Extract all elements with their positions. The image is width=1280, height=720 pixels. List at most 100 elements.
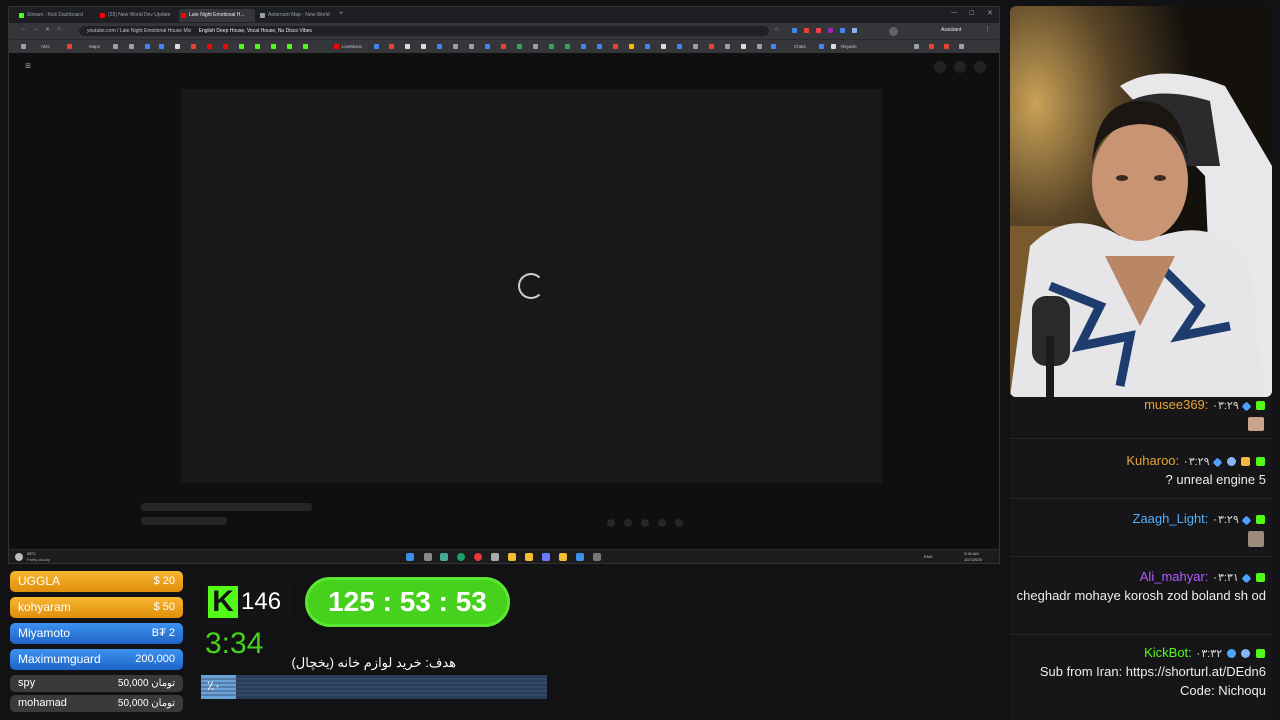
menu-kebab-icon[interactable]: ⋮: [984, 25, 991, 33]
bookmark-icon[interactable]: [944, 44, 949, 49]
bookmark-icon[interactable]: [549, 44, 554, 49]
bookmark-icon[interactable]: [533, 44, 538, 49]
home-icon[interactable]: ⌂: [57, 26, 61, 32]
apps-icon[interactable]: [21, 44, 26, 49]
taskbar-app-icon[interactable]: [593, 553, 601, 561]
close-icon[interactable]: ✕: [987, 9, 993, 17]
bookmark-icon[interactable]: [287, 44, 292, 49]
bookmark-icon[interactable]: [629, 44, 634, 49]
bookmark-ads[interactable]: ADs: [41, 43, 50, 51]
windows-start-icon[interactable]: [406, 553, 414, 561]
tab-youtube-emotional-house[interactable]: Late Night Emotional H...: [179, 9, 255, 22]
maximize-icon[interactable]: ☐: [969, 10, 974, 17]
tab-kick-dashboard[interactable]: Stream - Kick Dashboard: [17, 9, 97, 22]
tab-aeternum-map[interactable]: Aeternum Map - New World: [258, 9, 338, 22]
bookmark-icon[interactable]: [501, 44, 506, 49]
bookmark-star-icon[interactable]: ☆: [774, 26, 779, 33]
forward-icon[interactable]: →: [33, 26, 39, 32]
chat-username[interactable]: KickBot: [1144, 645, 1188, 660]
bookmark-icon[interactable]: [334, 44, 339, 49]
edge-icon[interactable]: [457, 553, 465, 561]
bookmark-icon[interactable]: [389, 44, 394, 49]
bookmark-icon[interactable]: [613, 44, 618, 49]
bookmark-icon[interactable]: [453, 44, 458, 49]
bookmark-icon[interactable]: [709, 44, 714, 49]
bookmark-icon[interactable]: [113, 44, 118, 49]
taskbar-app-icon[interactable]: [491, 553, 499, 561]
weather-icon[interactable]: [15, 553, 23, 561]
bookmark-icon[interactable]: [914, 44, 919, 49]
bookmark-icon[interactable]: [437, 44, 442, 49]
bookmark-icon[interactable]: [517, 44, 522, 49]
bookmark-icon[interactable]: [725, 44, 730, 49]
extension-icon[interactable]: [828, 28, 833, 33]
bookmark-icon[interactable]: [303, 44, 308, 49]
bookmark-icon[interactable]: [771, 44, 776, 49]
bookmark-icon[interactable]: [597, 44, 602, 49]
bookmark-icon[interactable]: [757, 44, 762, 49]
extension-icon[interactable]: [804, 28, 809, 33]
bookmark-icon[interactable]: [207, 44, 212, 49]
bookmark-icon[interactable]: [405, 44, 410, 49]
bookmark-reyarin[interactable]: Reyarin: [841, 43, 857, 51]
bookmark-icon[interactable]: [661, 44, 666, 49]
taskview-icon[interactable]: [424, 553, 432, 561]
bookmark-icon[interactable]: [677, 44, 682, 49]
chrome-icon[interactable]: [474, 553, 482, 561]
extension-icon[interactable]: [792, 28, 797, 33]
notifications-icon[interactable]: [954, 61, 966, 73]
bookmark-icon[interactable]: [159, 44, 164, 49]
bookmark-icon[interactable]: [959, 44, 964, 49]
explorer-icon[interactable]: [508, 553, 516, 561]
bookmark-icon[interactable]: [223, 44, 228, 49]
hamburger-menu-icon[interactable]: ≡: [25, 61, 31, 72]
bookmark-icon[interactable]: [693, 44, 698, 49]
video-player[interactable]: [181, 89, 882, 483]
bookmark-icon[interactable]: [819, 44, 824, 49]
avatar[interactable]: [974, 61, 986, 73]
bookmark-chats[interactable]: Chats: [794, 43, 806, 51]
taskbar-app-icon[interactable]: [440, 553, 448, 561]
bookmark-icon[interactable]: [271, 44, 276, 49]
tray-date[interactable]: 10/7/2025: [964, 557, 982, 562]
chat-username[interactable]: Zaagh_Light: [1133, 511, 1205, 526]
folder-icon[interactable]: [525, 553, 533, 561]
steam-icon[interactable]: [576, 553, 584, 561]
bookmark-icon[interactable]: [191, 44, 196, 49]
bookmark-icon[interactable]: [129, 44, 134, 49]
bookmark-maps[interactable]: Maps: [89, 43, 100, 51]
bookmark-icon[interactable]: [581, 44, 586, 49]
tray-time[interactable]: 3:34 AM: [964, 551, 979, 556]
close-loading-icon[interactable]: ✕: [45, 26, 50, 33]
bookmark-icon[interactable]: [645, 44, 650, 49]
bookmark-icon[interactable]: [67, 44, 72, 49]
profile-avatar[interactable]: [889, 27, 898, 36]
url-input[interactable]: youtube.com / Late Night Emotional House…: [79, 26, 769, 36]
bookmark-icon[interactable]: [374, 44, 379, 49]
bookmark-icon[interactable]: [741, 44, 746, 49]
chat-username[interactable]: musee369: [1144, 397, 1205, 412]
bookmark-icon[interactable]: [175, 44, 180, 49]
bookmark-icon[interactable]: [469, 44, 474, 49]
language-indicator[interactable]: ENG: [924, 554, 933, 559]
folder-icon[interactable]: [559, 553, 567, 561]
extension-icon[interactable]: [816, 28, 821, 33]
bookmark-icon[interactable]: [145, 44, 150, 49]
minimize-icon[interactable]: —: [951, 10, 957, 16]
tab-youtube-dev-update[interactable]: (25) New World Dev Update: [98, 9, 178, 22]
bookmark-livemusic[interactable]: LiveMusic: [342, 43, 362, 51]
discord-icon[interactable]: [542, 553, 550, 561]
chat-username[interactable]: Kuharoo: [1126, 453, 1175, 468]
new-tab-icon[interactable]: +: [339, 10, 343, 17]
bookmark-icon[interactable]: [831, 44, 836, 49]
bookmark-icon[interactable]: [485, 44, 490, 49]
bookmark-icon[interactable]: [421, 44, 426, 49]
bookmark-icon[interactable]: [239, 44, 244, 49]
create-icon[interactable]: [934, 61, 946, 73]
back-icon[interactable]: ←: [21, 26, 27, 32]
bookmark-icon[interactable]: [929, 44, 934, 49]
bookmark-icon[interactable]: [565, 44, 570, 49]
extension-icon[interactable]: [840, 28, 845, 33]
extension-icon[interactable]: [852, 28, 857, 33]
assistant-button[interactable]: Assistant: [941, 27, 961, 33]
